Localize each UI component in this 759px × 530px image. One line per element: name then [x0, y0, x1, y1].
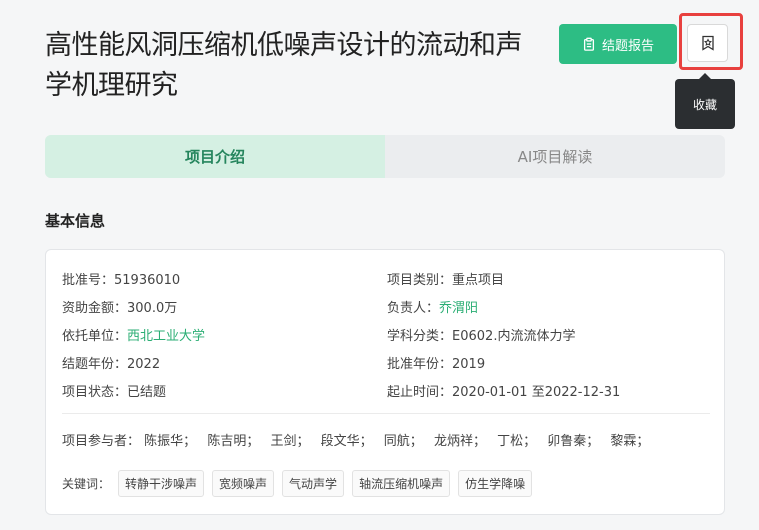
page-title: 高性能风洞压缩机低噪声设计的流动和声学机理研究 — [45, 30, 523, 101]
participant: 丁松； — [497, 434, 537, 449]
participant: 段文华； — [320, 434, 373, 449]
participant: 王剑； — [270, 434, 310, 449]
keyword-tag[interactable]: 气动声学 — [282, 470, 345, 497]
approval-number: 批准号：51936010 — [62, 272, 181, 288]
project-status: 项目状态：已结题 — [62, 384, 167, 400]
principal-investigator: 负责人：乔渭阳 — [387, 300, 479, 316]
info-row: 依托单位：西北工业大学 学科分类：E0602.内流流体力学 — [62, 320, 712, 348]
tab-bar: 项目介绍 AI项目解读 — [45, 135, 725, 178]
info-row: 项目状态：已结题 起止时间：2020-01-01 至2022-12-31 — [62, 376, 712, 404]
keyword-tag[interactable]: 宽频噪声 — [212, 470, 275, 497]
keyword-tag[interactable]: 转静干涉噪声 — [118, 470, 205, 497]
report-button[interactable]: 结题报告 — [559, 24, 677, 64]
divider — [62, 413, 710, 414]
participant: 卯鲁秦； — [547, 434, 600, 449]
participant: 陈振华； — [144, 434, 197, 449]
approval-year: 批准年份：2019 — [387, 356, 486, 372]
section-title-basic-info: 基本信息 — [45, 212, 106, 230]
host-institution-link[interactable]: 西北工业大学 — [127, 329, 205, 344]
principal-investigator-link[interactable]: 乔渭阳 — [439, 301, 478, 316]
basic-info-card: 批准号：51936010 项目类别：重点项目 资助金额：300.0万 负责人：乔… — [45, 249, 725, 515]
info-row: 批准号：51936010 项目类别：重点项目 — [62, 264, 712, 292]
tab-project-intro[interactable]: 项目介绍 — [45, 135, 385, 178]
info-row: 结题年份：2022 批准年份：2019 — [62, 348, 712, 376]
report-button-label: 结题报告 — [601, 38, 654, 54]
favorite-button[interactable] — [687, 24, 728, 62]
keywords-label: 关键词： — [62, 477, 111, 491]
clipboard-icon — [583, 37, 595, 51]
participant: 黎霖； — [610, 434, 650, 449]
favorite-tooltip: 收藏 — [675, 73, 735, 129]
funding-amount: 资助金额：300.0万 — [62, 300, 178, 316]
participant: 同航； — [383, 434, 423, 449]
completion-year: 结题年份：2022 — [62, 356, 161, 372]
participants-label: 项目参与者： — [62, 434, 141, 449]
host-institution: 依托单位：西北工业大学 — [62, 328, 206, 344]
keywords-line: 关键词： 转静干涉噪声 宽频噪声 气动声学 轴流压缩机噪声 仿生学降噪 — [62, 470, 540, 497]
info-row: 资助金额：300.0万 负责人：乔渭阳 — [62, 292, 712, 320]
tab-ai-interpretation[interactable]: AI项目解读 — [385, 135, 725, 178]
keyword-tag[interactable]: 仿生学降噪 — [458, 470, 533, 497]
project-period: 起止时间：2020-01-01 至2022-12-31 — [387, 384, 621, 400]
favorite-highlight — [679, 13, 743, 70]
info-grid: 批准号：51936010 项目类别：重点项目 资助金额：300.0万 负责人：乔… — [62, 264, 712, 404]
participant: 陈吉明； — [207, 434, 260, 449]
project-category: 项目类别：重点项目 — [387, 272, 505, 288]
discipline: 学科分类：E0602.内流流体力学 — [387, 328, 576, 344]
participant: 龙炳祥； — [433, 434, 486, 449]
participants-line: 项目参与者： 陈振华； 陈吉明； 王剑； 段文华； 同航； 龙炳祥； 丁松； 卯… — [62, 430, 656, 449]
keyword-tag[interactable]: 轴流压缩机噪声 — [352, 470, 451, 497]
bookmark-star-icon — [701, 35, 714, 51]
